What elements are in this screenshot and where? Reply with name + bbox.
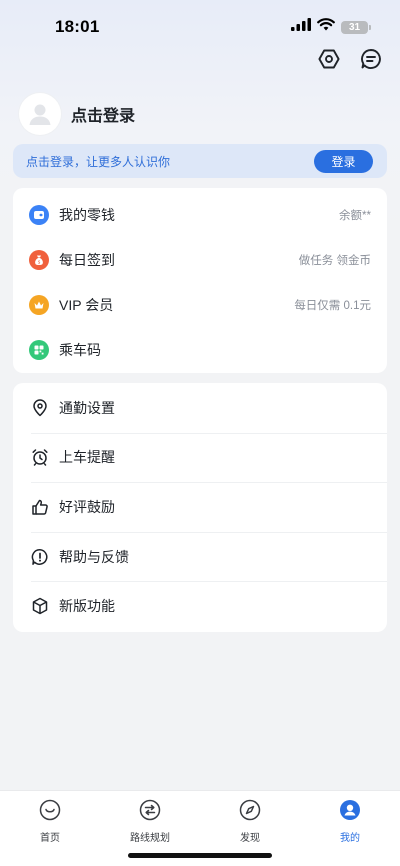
help-feedback-item[interactable]: 帮助与反馈 — [13, 531, 387, 582]
home-icon — [39, 799, 61, 826]
login-banner-text: 点击登录，让更多人认识你 — [26, 154, 171, 169]
commute-settings-label: 通勤设置 — [59, 399, 115, 416]
vip-label: VIP 会员 — [59, 296, 114, 313]
profile-header[interactable]: 点击登录 — [19, 93, 135, 135]
message-icon[interactable] — [360, 48, 382, 70]
ride-code-label: 乘车码 — [59, 341, 101, 358]
top-actions — [318, 48, 382, 70]
help-feedback-label: 帮助与反馈 — [59, 548, 129, 565]
rate-app-item[interactable]: 好评鼓励 — [13, 482, 387, 532]
status-icons: 31 — [291, 18, 371, 36]
settings-hexagon-icon[interactable] — [318, 48, 340, 70]
tab-home-label: 首页 — [40, 833, 60, 844]
help-icon — [31, 548, 49, 566]
crown-icon — [29, 294, 49, 315]
vip-item[interactable]: VIP 会员 每日仅需 0.1元 — [13, 282, 387, 327]
avatar[interactable] — [19, 93, 61, 135]
daily-checkin-label: 每日签到 — [59, 251, 115, 268]
daily-checkin-hint: 做任务 领金币 — [298, 254, 371, 267]
tab-mine-label: 我的 — [340, 833, 360, 844]
login-title[interactable]: 点击登录 — [71, 102, 135, 126]
wallet-balance: 余额** — [339, 209, 371, 222]
wallet-item[interactable]: 我的零钱 余额** — [13, 192, 387, 237]
alarm-clock-icon — [31, 448, 49, 467]
route-icon — [139, 799, 161, 826]
cube-icon — [31, 597, 49, 615]
daily-checkin-item[interactable]: $ 每日签到 做任务 领金币 — [13, 237, 387, 282]
vip-price: 每日仅需 0.1元 — [294, 299, 371, 312]
qrcode-icon — [29, 339, 49, 360]
boarding-reminder-label: 上车提醒 — [59, 449, 115, 466]
rate-app-label: 好评鼓励 — [59, 498, 115, 515]
avatar-placeholder-icon — [29, 104, 51, 125]
money-bag-icon: $ — [29, 249, 49, 270]
commute-settings-item[interactable]: 通勤设置 — [13, 383, 387, 433]
new-features-item[interactable]: 新版功能 — [13, 581, 387, 631]
svg-text:$: $ — [38, 259, 41, 265]
home-indicator — [128, 853, 272, 858]
account-card: 我的零钱 余额** $ 每日签到 做任务 领金币 VIP 会员 每日仅需 0.1… — [13, 188, 387, 373]
tab-discover-label: 发现 — [240, 833, 260, 844]
wallet-label: 我的零钱 — [59, 206, 115, 223]
location-pin-icon — [31, 399, 49, 417]
boarding-reminder-item[interactable]: 上车提醒 — [13, 432, 387, 483]
settings-card: 通勤设置 上车提醒 好评鼓励 帮助与反馈 新版功能 — [13, 383, 387, 632]
tab-home[interactable]: 首页 — [10, 799, 90, 866]
wifi-icon — [317, 18, 335, 36]
thumbs-up-icon — [31, 498, 49, 516]
ride-code-item[interactable]: 乘车码 — [13, 327, 387, 372]
signal-icon — [291, 18, 311, 36]
status-time: 18:01 — [55, 17, 100, 36]
battery-icon: 31 — [341, 20, 371, 34]
wallet-icon — [29, 204, 49, 225]
login-banner[interactable]: 点击登录，让更多人认识你 登录 — [13, 144, 387, 178]
tab-route-planning-label: 路线规划 — [130, 833, 170, 844]
profile-icon — [339, 799, 361, 826]
status-bar: 18:01 31 — [0, 0, 400, 54]
battery-level: 31 — [348, 21, 361, 33]
new-features-label: 新版功能 — [59, 598, 115, 615]
compass-icon — [239, 799, 261, 826]
tab-mine[interactable]: 我的 — [310, 799, 390, 866]
login-button[interactable]: 登录 — [314, 149, 373, 173]
